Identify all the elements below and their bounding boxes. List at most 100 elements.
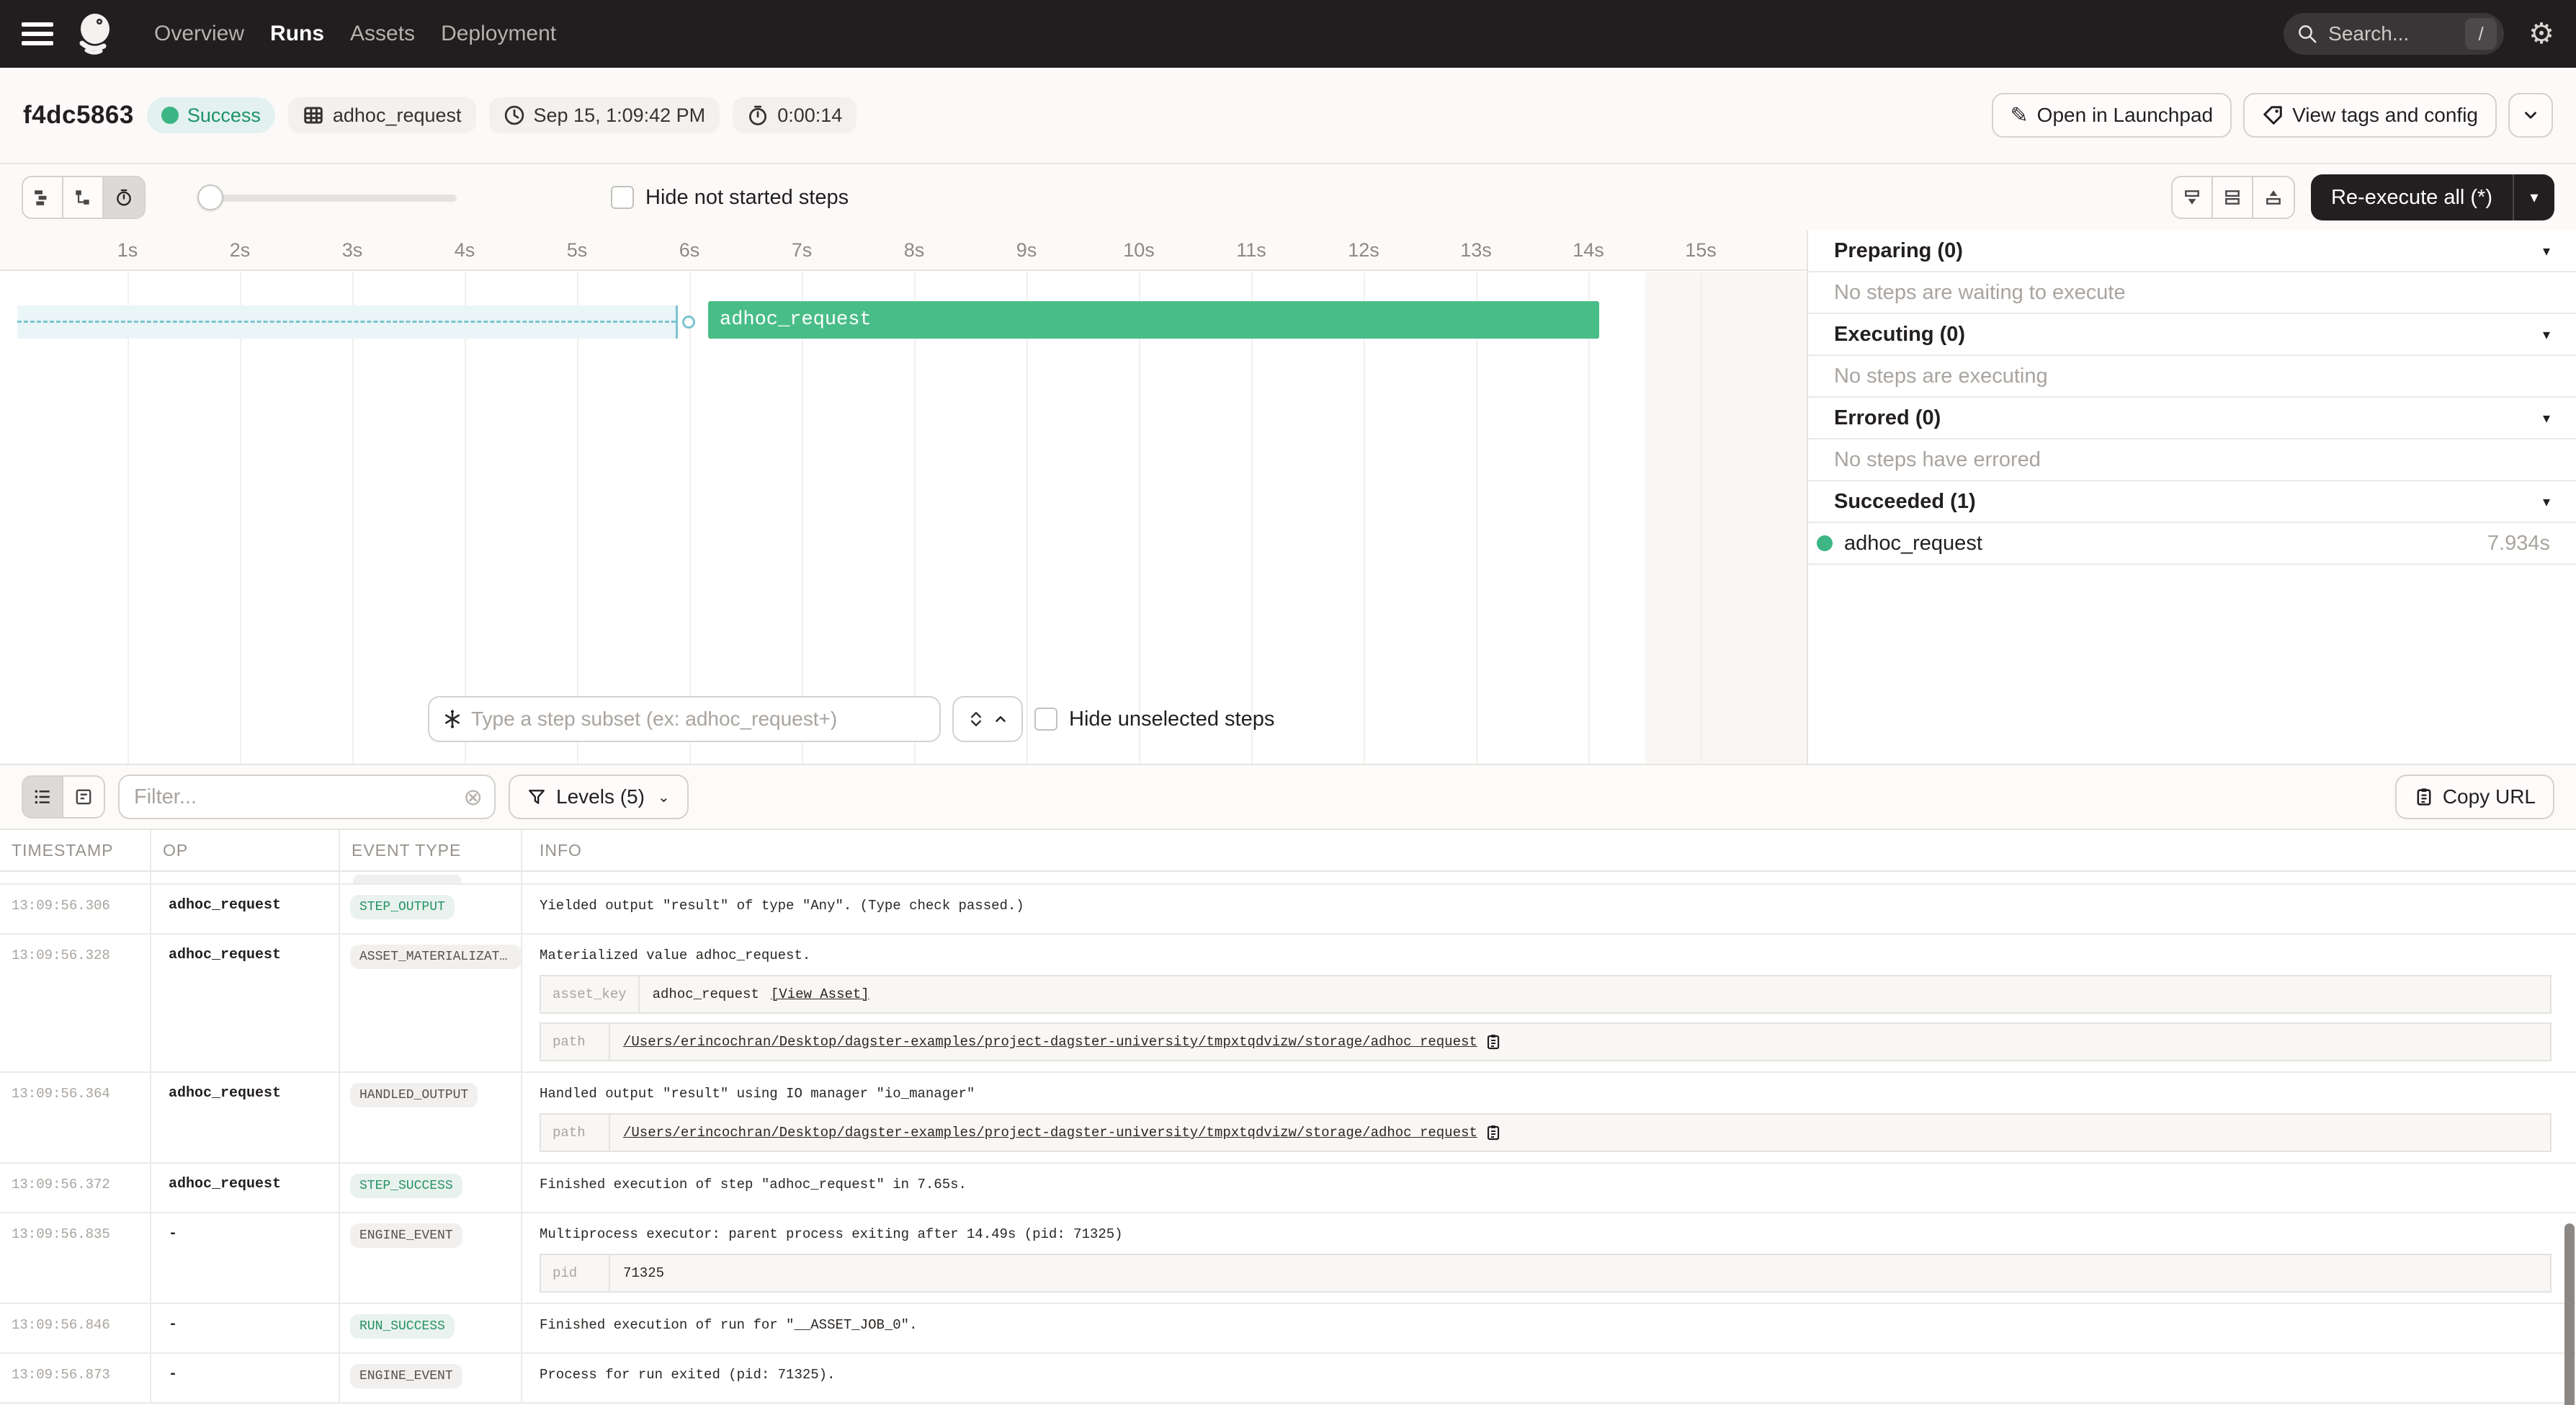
axis-gridline xyxy=(1027,272,1028,764)
panel-split-button[interactable] xyxy=(2213,177,2253,218)
nav-link-deployment[interactable]: Deployment xyxy=(441,22,556,46)
nav-link-assets[interactable]: Assets xyxy=(350,22,415,46)
gear-icon[interactable]: ⚙ xyxy=(2528,19,2554,48)
log-filter-box[interactable]: ⊗ xyxy=(118,775,496,819)
panel-empty-text: No steps are executing xyxy=(1834,365,2048,388)
log-op: adhoc_request xyxy=(151,1073,340,1162)
zoom-slider[interactable] xyxy=(197,184,457,210)
status-badge: Success xyxy=(147,97,275,133)
log-column-header: TIMESTAMP xyxy=(0,830,151,870)
axis-tick-label: 10s xyxy=(1110,239,1168,262)
search-box[interactable]: / xyxy=(2284,13,2504,55)
axis-tick-label: 5s xyxy=(548,239,606,262)
gantt-waterfall-view-button[interactable] xyxy=(63,177,104,218)
copy-path-icon[interactable] xyxy=(1485,1124,1502,1141)
collapse-up-icon xyxy=(2264,188,2283,207)
op-selector-icon xyxy=(442,709,462,729)
collapse-down-icon xyxy=(2183,188,2201,207)
search-input[interactable] xyxy=(2328,22,2465,45)
dagster-logo[interactable] xyxy=(73,12,114,56)
metadata-value: /Users/erincochran/Desktop/dagster-examp… xyxy=(610,1122,1515,1143)
log-timestamp: 13:09:56.835 xyxy=(0,1213,151,1303)
gantt-step-bar[interactable]: adhoc_request xyxy=(708,301,1599,339)
run-actions-dropdown-button[interactable] xyxy=(2508,93,2553,138)
log-event-type-cell: ASSET_MATERIALIZATION xyxy=(340,935,522,1071)
panel-section-header[interactable]: Executing (0)▾ xyxy=(1808,314,2576,356)
hide-not-started-checkbox[interactable] xyxy=(611,186,634,209)
nav-link-runs[interactable]: Runs xyxy=(270,22,324,46)
panel-collapse-up-button[interactable] xyxy=(2253,177,2294,218)
slider-track[interactable] xyxy=(197,195,457,202)
axis-gridline xyxy=(1139,272,1140,764)
event-type-badge: ASSET_MATERIALIZATION xyxy=(350,945,522,969)
levels-filter-button[interactable]: Levels (5) ⌄ xyxy=(509,775,689,819)
log-raw-view-button[interactable] xyxy=(63,777,104,817)
panel-section-header[interactable]: Succeeded (1)▾ xyxy=(1808,481,2576,523)
section-caret-icon[interactable]: ▾ xyxy=(2543,409,2550,427)
copy-url-button[interactable]: Copy URL xyxy=(2395,775,2554,819)
log-scrolled-row-sliver xyxy=(0,872,2576,885)
log-metadata-row: path/Users/erincochran/Desktop/dagster-e… xyxy=(540,1022,2552,1061)
layers-icon xyxy=(967,710,985,728)
event-type-badge: RUN_SUCCESS xyxy=(350,1314,455,1339)
step-subset-input[interactable] xyxy=(471,708,926,731)
nav-link-overview[interactable]: Overview xyxy=(154,22,244,46)
step-subset-inputbox[interactable] xyxy=(428,696,941,742)
axis-gridline xyxy=(689,272,691,764)
log-info-cell: Finished execution of step "adhoc_reques… xyxy=(522,1164,2576,1212)
log-row[interactable]: 13:09:56.328adhoc_requestASSET_MATERIALI… xyxy=(0,935,2576,1073)
flat-view-icon xyxy=(33,188,52,207)
metadata-text: 71325 xyxy=(623,1262,664,1284)
metadata-path-link[interactable]: /Users/erincochran/Desktop/dagster-examp… xyxy=(623,1122,1477,1143)
log-table-header: TIMESTAMPOPEVENT TYPEINFO xyxy=(0,829,2576,872)
copy-path-icon[interactable] xyxy=(1485,1033,1502,1051)
apply-subset-button[interactable] xyxy=(952,696,1023,742)
view-asset-link[interactable]: [View Asset] xyxy=(771,984,869,1005)
gantt-flat-view-button[interactable] xyxy=(23,177,63,218)
log-op: - xyxy=(151,1213,340,1303)
gantt-timed-view-button[interactable] xyxy=(104,177,144,218)
clear-filter-icon[interactable]: ⊗ xyxy=(463,785,483,808)
log-event-type-cell: ENGINE_EVENT xyxy=(340,1354,522,1402)
job-tag[interactable]: adhoc_request xyxy=(288,97,476,133)
log-column-header: INFO xyxy=(522,830,2576,870)
search-icon xyxy=(2297,23,2318,45)
log-row[interactable]: 13:09:56.846-RUN_SUCCESSFinished executi… xyxy=(0,1304,2576,1354)
open-in-launchpad-button[interactable]: ✎ Open in Launchpad xyxy=(1992,93,2232,138)
reexecute-all-button[interactable]: Re-execute all (*) ▾ xyxy=(2311,174,2554,220)
gantt-overrun-shade xyxy=(1645,272,1807,764)
log-row[interactable]: 13:09:56.873-ENGINE_EVENTProcess for run… xyxy=(0,1354,2576,1404)
log-event-type-cell: ENGINE_EVENT xyxy=(340,1213,522,1303)
metadata-key: path xyxy=(541,1115,610,1151)
hamburger-menu-icon[interactable] xyxy=(22,22,53,45)
axis-tick-label: 2s xyxy=(211,239,269,262)
panel-section-header[interactable]: Preparing (0)▾ xyxy=(1808,231,2576,272)
log-row[interactable]: 13:09:56.306adhoc_requestSTEP_OUTPUTYiel… xyxy=(0,885,2576,935)
section-caret-icon[interactable]: ▾ xyxy=(2543,242,2550,260)
event-type-badge: ENGINE_EVENT xyxy=(350,1364,462,1388)
log-scrollbar-thumb[interactable] xyxy=(2564,1223,2575,1405)
gantt-start-marker-icon xyxy=(682,316,695,329)
log-row[interactable]: 13:09:56.835-ENGINE_EVENTMultiprocess ex… xyxy=(0,1213,2576,1304)
log-row[interactable]: 13:09:56.364adhoc_requestHANDLED_OUTPUTH… xyxy=(0,1073,2576,1164)
search-shortcut-badge: / xyxy=(2465,18,2497,50)
axis-tick-label: 14s xyxy=(1560,239,1617,262)
slider-knob[interactable] xyxy=(197,184,223,210)
section-caret-icon[interactable]: ▾ xyxy=(2543,326,2550,344)
metadata-key: path xyxy=(541,1024,610,1060)
hide-unselected-control: Hide unselected steps xyxy=(1034,708,1274,731)
panel-step-row[interactable]: adhoc_request7.934s xyxy=(1808,523,2576,565)
view-tags-config-button[interactable]: View tags and config xyxy=(2243,93,2497,138)
metadata-path-link[interactable]: /Users/erincochran/Desktop/dagster-examp… xyxy=(623,1031,1477,1053)
section-caret-icon[interactable]: ▾ xyxy=(2543,493,2550,511)
reexecute-dropdown-caret[interactable]: ▾ xyxy=(2513,174,2554,220)
panel-collapse-down-button[interactable] xyxy=(2173,177,2213,218)
start-time-tag: Sep 15, 1:09:42 PM xyxy=(489,97,720,133)
clock-icon xyxy=(504,104,525,126)
hide-unselected-checkbox[interactable] xyxy=(1034,708,1057,731)
panel-section-header[interactable]: Errored (0)▾ xyxy=(1808,398,2576,440)
log-row[interactable]: 13:09:56.372adhoc_requestSTEP_SUCCESSFin… xyxy=(0,1164,2576,1213)
log-structured-view-button[interactable] xyxy=(23,777,63,817)
chevron-down-icon xyxy=(2521,106,2540,125)
log-filter-input[interactable] xyxy=(134,785,463,809)
